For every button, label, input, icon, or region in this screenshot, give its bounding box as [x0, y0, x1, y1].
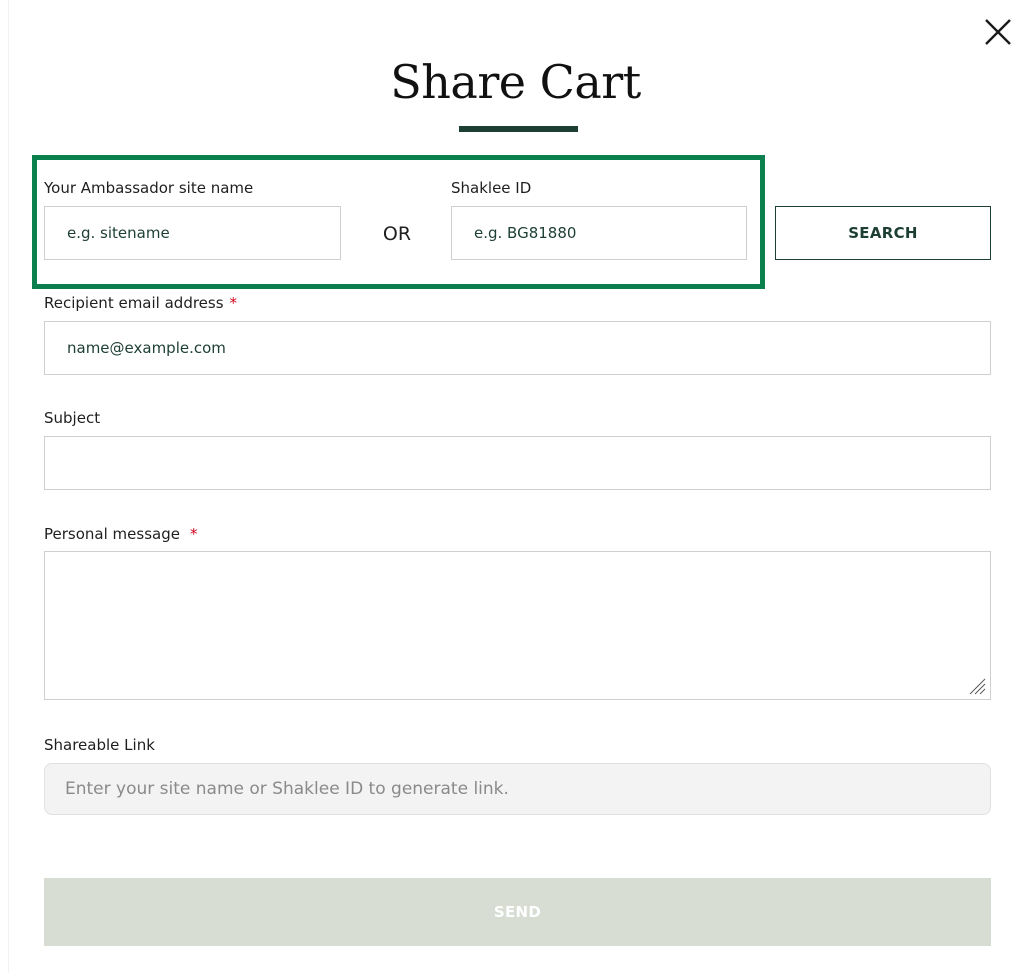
required-marker: *	[189, 525, 198, 543]
personal-message-label-text: Personal message	[44, 525, 180, 543]
recipient-email-label-text: Recipient email address	[44, 294, 224, 312]
subject-input[interactable]	[44, 436, 991, 490]
share-cart-modal: Share Cart Your Ambassador site name OR …	[0, 0, 1031, 973]
modal-edge-divider	[8, 0, 9, 973]
personal-message-textarea[interactable]	[44, 551, 991, 700]
site-name-label: Your Ambassador site name	[44, 179, 254, 197]
close-button[interactable]	[982, 16, 1014, 48]
site-name-input[interactable]	[44, 206, 341, 260]
send-button[interactable]: SEND	[44, 878, 991, 946]
required-marker: *	[229, 294, 238, 312]
recipient-email-input[interactable]	[44, 321, 991, 375]
resize-handle-icon[interactable]	[966, 675, 986, 695]
close-icon	[985, 19, 1011, 45]
or-separator: OR	[382, 223, 412, 245]
shareable-link-field[interactable]	[44, 763, 991, 815]
search-button[interactable]: SEARCH	[775, 206, 991, 260]
shaklee-id-label: Shaklee ID	[451, 179, 532, 197]
recipient-email-label: Recipient email address *	[44, 293, 237, 313]
personal-message-label: Personal message *	[44, 524, 197, 544]
subject-label: Subject	[44, 409, 101, 427]
shaklee-id-input[interactable]	[451, 206, 747, 260]
page-title: Share Cart	[390, 55, 641, 109]
title-underline	[459, 126, 578, 132]
shareable-link-label: Shareable Link	[44, 736, 155, 754]
